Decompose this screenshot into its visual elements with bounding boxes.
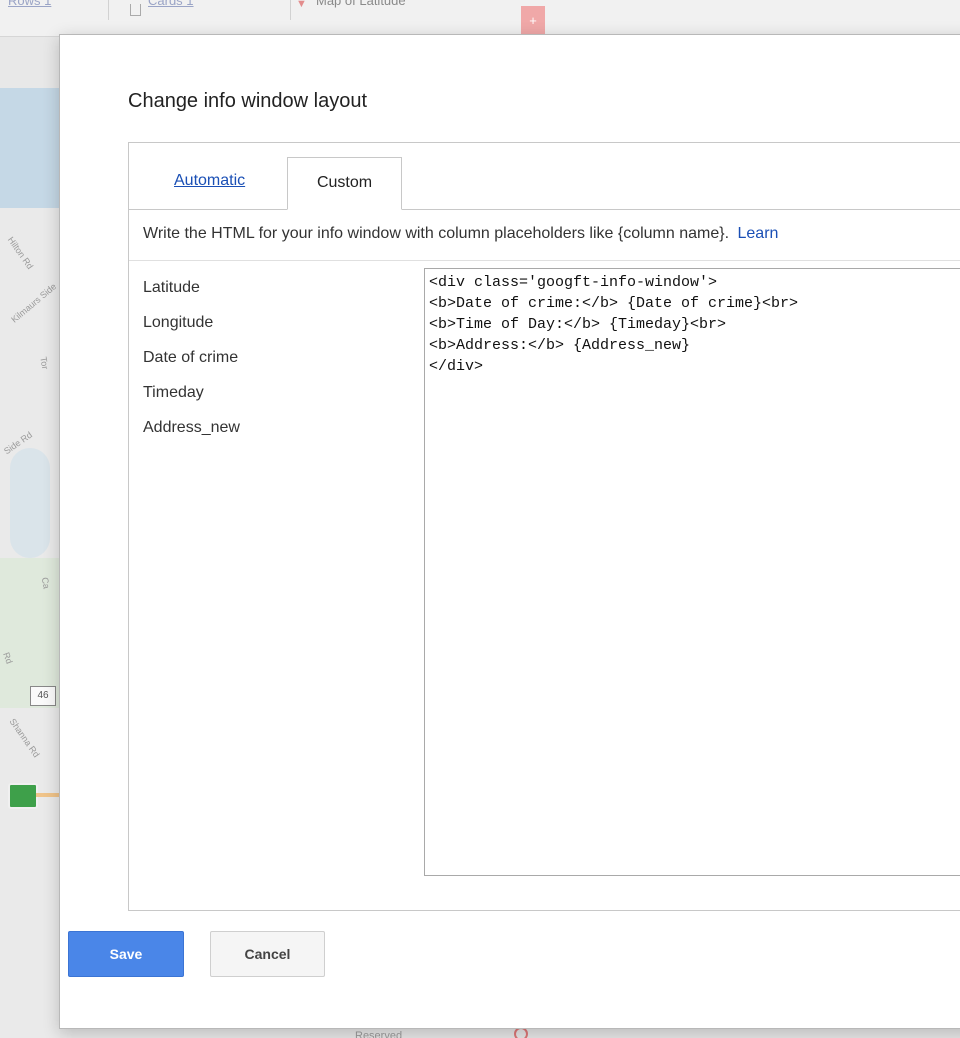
column-list: Latitude Longitude Date of crime Timeday… <box>143 270 413 445</box>
background-map: Hilton Rd Kilmaurs Side Tor Side Rd Ca R… <box>0 88 60 1038</box>
column-item-latitude[interactable]: Latitude <box>143 270 413 305</box>
help-text: Write the HTML for your info window with… <box>143 225 778 243</box>
background-tab-map-label: Map of Latitude <box>316 0 406 8</box>
add-tab-button[interactable]: + <box>521 6 545 36</box>
app-page: Rows 1 Cards 1 ▼ Map of Latitude + Hilto… <box>0 0 960 1038</box>
map-highway <box>36 793 60 797</box>
dropdown-arrow-icon: ▼ <box>296 0 307 10</box>
column-item-longitude[interactable]: Longitude <box>143 305 413 340</box>
cancel-button[interactable]: Cancel <box>210 931 325 977</box>
map-place-label: Reserved <box>355 1030 403 1038</box>
column-item-address-new[interactable]: Address_new <box>143 410 413 445</box>
map-road-label: Hilton Rd <box>5 234 36 272</box>
map-road-label: Kilmaurs Side <box>9 281 59 325</box>
save-button[interactable]: Save <box>68 931 184 977</box>
map-road-label: Ca <box>39 576 52 590</box>
column-item-timeday[interactable]: Timeday <box>143 375 413 410</box>
learn-more-link[interactable]: Learn <box>738 225 779 242</box>
divider <box>129 260 960 261</box>
layout-tab-strip: Automatic Custom <box>129 143 960 210</box>
info-window-dialog: Change info window layout Automatic Cust… <box>59 34 960 1029</box>
highway-marker-icon <box>8 783 38 809</box>
help-text-body: Write the HTML for your info window with… <box>143 225 730 242</box>
cards-icon <box>130 4 141 16</box>
route-shield-icon: 46 <box>30 686 56 706</box>
map-road-label: Shanna Rd <box>7 716 42 760</box>
background-tab-rows-label: Rows 1 <box>8 0 52 8</box>
map-water-area <box>10 448 50 558</box>
column-item-date-of-crime[interactable]: Date of crime <box>143 340 413 375</box>
layout-panel: Automatic Custom Write the HTML for your… <box>128 142 960 911</box>
tab-custom[interactable]: Custom <box>287 157 402 210</box>
custom-tab-content: Write the HTML for your info window with… <box>129 210 960 910</box>
dialog-title: Change info window layout <box>128 90 368 112</box>
background-tab-cards[interactable]: Cards 1 <box>110 0 291 20</box>
map-road-label: Tor <box>38 355 51 371</box>
background-tab-map[interactable]: ▼ Map of Latitude <box>276 0 536 20</box>
tab-automatic[interactable]: Automatic <box>174 172 245 190</box>
background-tab-bar: Rows 1 Cards 1 ▼ Map of Latitude + <box>0 0 960 37</box>
background-tab-rows[interactable]: Rows 1 <box>4 0 109 20</box>
map-water-area <box>0 88 60 208</box>
background-tab-cards-label: Cards 1 <box>148 0 194 8</box>
html-template-editor[interactable]: <div class='googft-info-window'> <b>Date… <box>424 268 960 876</box>
